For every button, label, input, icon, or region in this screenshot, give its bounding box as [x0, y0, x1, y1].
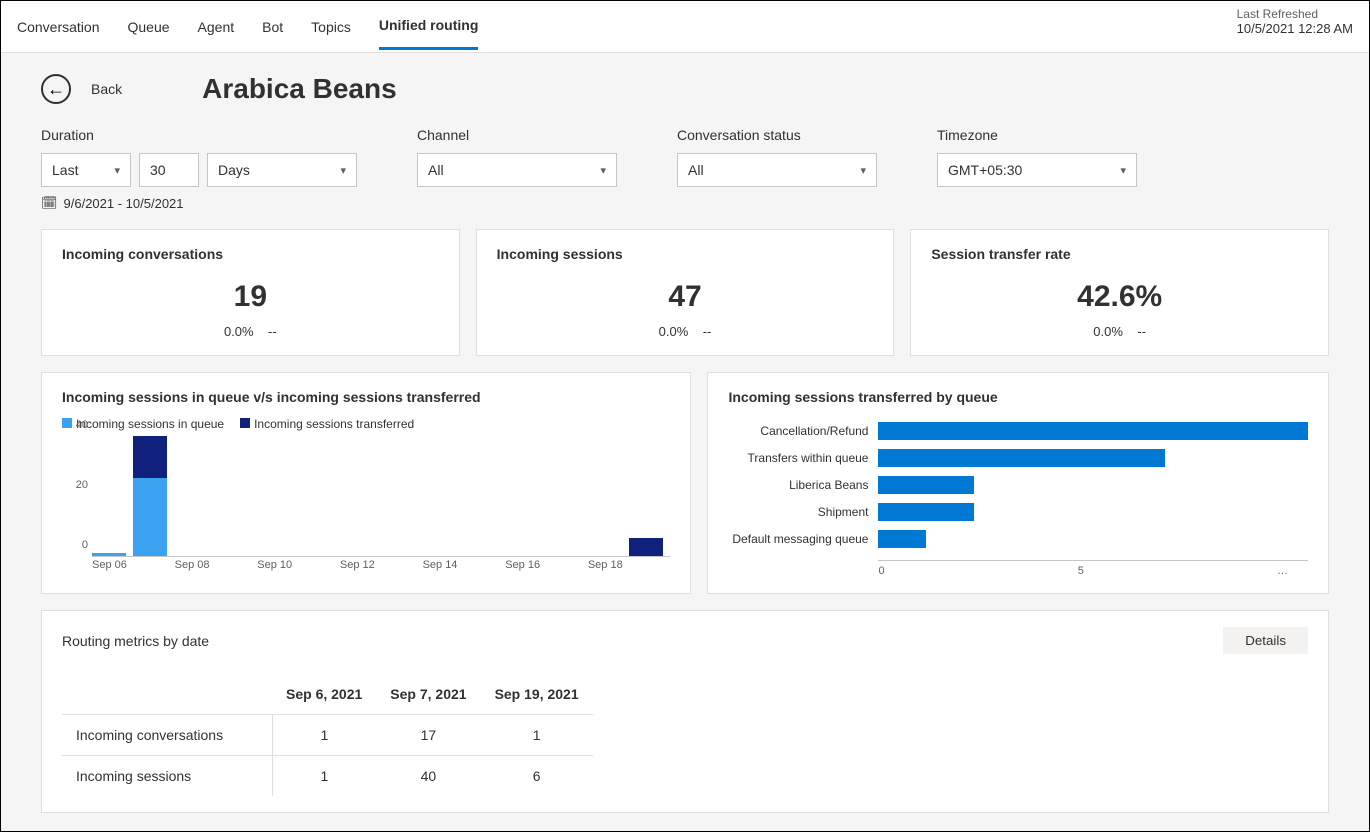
last-refreshed: Last Refreshed 10/5/2021 12:28 AM	[1237, 1, 1353, 36]
tab-unified-routing[interactable]: Unified routing	[379, 3, 479, 50]
metrics-table: Sep 6, 2021Sep 7, 2021Sep 19, 2021Incomi…	[62, 674, 593, 796]
arrow-left-icon: ←	[47, 79, 65, 100]
tab-topics[interactable]: Topics	[311, 5, 351, 49]
hbar-label: Default messaging queue	[728, 532, 878, 546]
routing-metrics-card: Routing metrics by date Details Sep 6, 2…	[41, 610, 1329, 813]
duration-relative-value: Last	[52, 162, 78, 178]
kpi-value: 47	[497, 280, 874, 314]
channel-value: All	[428, 162, 444, 178]
chevron-down-icon: ▾	[600, 164, 606, 177]
kpi-delta: --	[1137, 324, 1146, 339]
duration-unit-value: Days	[218, 162, 250, 178]
kpi-delta: --	[703, 324, 712, 339]
legend-swatch	[62, 418, 72, 428]
duration-count-value: 30	[150, 162, 166, 178]
status-label: Conversation status	[677, 127, 877, 143]
duration-unit-select[interactable]: Days ▾	[207, 153, 357, 187]
kpi-delta: --	[268, 324, 277, 339]
channel-label: Channel	[417, 127, 617, 143]
details-button[interactable]: Details	[1223, 627, 1308, 654]
hbar-label: Shipment	[728, 505, 878, 519]
tab-conversation[interactable]: Conversation	[17, 5, 100, 49]
kpi-pct: 0.0%	[224, 324, 254, 339]
top-tabs: Conversation Queue Agent Bot Topics Unif…	[17, 1, 478, 52]
chevron-down-icon: ▾	[340, 164, 346, 177]
kpi-value: 42.6%	[931, 280, 1308, 314]
kpi-title: Session transfer rate	[931, 246, 1308, 262]
table-col-header: Sep 19, 2021	[481, 674, 593, 715]
last-refreshed-value: 10/5/2021 12:28 AM	[1237, 21, 1353, 36]
hbar-label: Cancellation/Refund	[728, 424, 878, 438]
kpi-title: Incoming sessions	[497, 246, 874, 262]
kpi-incoming-sessions: Incoming sessions 47 0.0% --	[476, 229, 895, 356]
legend-label: Incoming sessions in queue	[76, 417, 224, 431]
stacked-bar-plot: 02040 Sep 06Sep 08Sep 10Sep 12Sep 14Sep …	[62, 437, 670, 577]
legend-label: Incoming sessions transferred	[254, 417, 414, 431]
page-title: Arabica Beans	[202, 73, 397, 105]
legend-swatch	[240, 418, 250, 428]
timezone-value: GMT+05:30	[948, 162, 1022, 178]
status-value: All	[688, 162, 704, 178]
duration-relative-select[interactable]: Last ▾	[41, 153, 131, 187]
chart-sessions-queue-vs-transferred: Incoming sessions in queue v/s incoming …	[41, 372, 691, 594]
kpi-pct: 0.0%	[659, 324, 689, 339]
kpi-title: Incoming conversations	[62, 246, 439, 262]
table-row: Incoming conversations1171	[62, 715, 593, 756]
horizontal-bar-plot: Cancellation/Refund Transfers within queu…	[728, 417, 1308, 552]
chart-legend: Incoming sessions in queue Incoming sess…	[62, 417, 670, 431]
hbar-label: Liberica Beans	[728, 478, 878, 492]
channel-select[interactable]: All ▾	[417, 153, 617, 187]
table-col-header: Sep 6, 2021	[272, 674, 376, 715]
status-select[interactable]: All ▾	[677, 153, 877, 187]
chart-title: Incoming sessions transferred by queue	[728, 389, 1308, 405]
last-refreshed-label: Last Refreshed	[1237, 7, 1353, 21]
table-col-header: Sep 7, 2021	[376, 674, 480, 715]
table-title: Routing metrics by date	[62, 633, 209, 649]
chart-transferred-by-queue: Incoming sessions transferred by queue C…	[707, 372, 1329, 594]
kpi-value: 19	[62, 280, 439, 314]
chart-title: Incoming sessions in queue v/s incoming …	[62, 389, 670, 405]
calendar-icon: 🗓	[41, 195, 58, 211]
timezone-label: Timezone	[937, 127, 1137, 143]
chevron-down-icon: ▾	[1120, 164, 1126, 177]
duration-label: Duration	[41, 127, 357, 143]
duration-count-select[interactable]: 30	[139, 153, 199, 187]
back-button[interactable]: ←	[41, 74, 71, 104]
timezone-select[interactable]: GMT+05:30 ▾	[937, 153, 1137, 187]
kpi-session-transfer-rate: Session transfer rate 42.6% 0.0% --	[910, 229, 1329, 356]
tab-agent[interactable]: Agent	[198, 5, 235, 49]
table-row: Incoming sessions1406	[62, 756, 593, 797]
back-link[interactable]: Back	[91, 81, 122, 97]
kpi-incoming-conversations: Incoming conversations 19 0.0% --	[41, 229, 460, 356]
hbar-label: Transfers within queue	[728, 451, 878, 465]
chevron-down-icon: ▾	[860, 164, 866, 177]
kpi-pct: 0.0%	[1093, 324, 1123, 339]
tab-bot[interactable]: Bot	[262, 5, 283, 49]
chevron-down-icon: ▾	[114, 164, 120, 177]
date-range: 9/6/2021 - 10/5/2021	[64, 196, 184, 211]
tab-queue[interactable]: Queue	[128, 5, 170, 49]
